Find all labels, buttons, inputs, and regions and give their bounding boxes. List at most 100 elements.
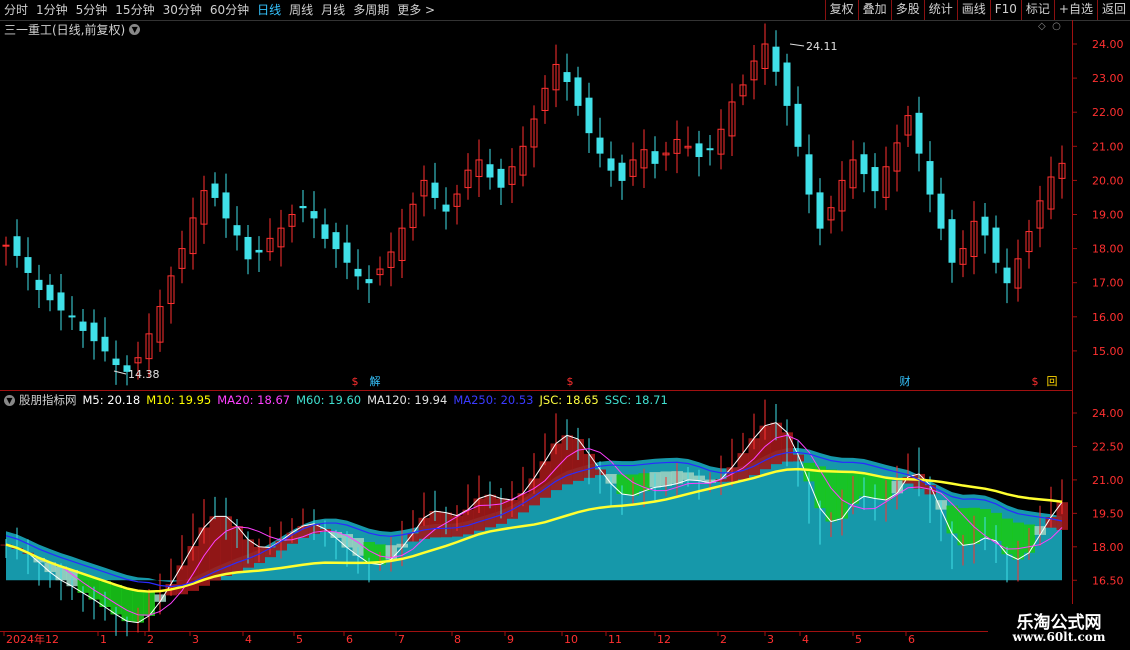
indicator-value: M5: 20.18	[82, 393, 141, 407]
candle-body	[112, 358, 120, 366]
candle-body	[871, 167, 879, 192]
event-marker[interactable]: $	[1032, 375, 1039, 388]
candle-body	[772, 46, 780, 72]
candle-body	[343, 242, 351, 263]
candle-body	[585, 97, 593, 134]
candle-body	[101, 336, 109, 352]
indicator-tick-label: 19.50	[1092, 507, 1124, 520]
watermark-url: www.60lt.com	[1012, 630, 1106, 644]
price-tick-label: 16.00	[1092, 311, 1124, 324]
price-tick-label: 23.00	[1092, 72, 1124, 85]
candle-body	[68, 315, 76, 318]
candle-body	[431, 182, 439, 198]
candle-body	[618, 162, 626, 181]
price-tick-label: 21.00	[1092, 140, 1124, 153]
candle-body	[13, 236, 21, 256]
date-label: 6	[346, 633, 353, 646]
price-tick-label: 15.00	[1092, 345, 1124, 358]
price-tick-label: 19.00	[1092, 209, 1124, 222]
candle-body	[981, 216, 989, 236]
candle-body	[244, 236, 252, 260]
candle-body	[607, 158, 615, 171]
indicator-box	[737, 453, 749, 480]
price-tick-label: 24.00	[1092, 38, 1124, 51]
chevron-down-icon[interactable]: ▼	[4, 394, 15, 406]
indicator-value: M60: 19.60	[296, 393, 362, 407]
indicator-value: MA250: 20.53	[453, 393, 534, 407]
chart-canvas[interactable]: 24.00 23.00 22.00 21.00 20.00 19.00 18.00 17.00…	[0, 0, 1130, 650]
candle-body	[706, 148, 714, 151]
candle-body	[442, 204, 450, 212]
date-label: 12	[657, 633, 671, 646]
indicator-value: JSC: 18.65	[539, 393, 599, 407]
candle-body	[651, 151, 659, 164]
date-label: 3	[192, 633, 199, 646]
event-marker[interactable]: $	[352, 375, 359, 388]
date-label: 10	[564, 633, 578, 646]
date-label: 3	[767, 633, 774, 646]
indicator-tick-label: 24.00	[1092, 407, 1124, 420]
event-marker[interactable]: 解	[370, 374, 381, 388]
date-label: 1	[100, 633, 107, 646]
candle-body	[310, 211, 318, 219]
candle-body	[1003, 267, 1011, 284]
candle-body	[948, 219, 956, 263]
high-pointer	[789, 43, 805, 47]
candle-body	[79, 321, 87, 331]
indicator-value: SSC: 18.71	[604, 393, 668, 407]
date-label: 5	[855, 633, 862, 646]
candle-body	[354, 268, 362, 277]
indicator-values: M5: 20.18 M10: 19.95 MA20: 18.67 M60: 19.60…	[83, 393, 674, 407]
candle-body	[860, 154, 868, 175]
high-price-label: 24.11	[806, 40, 838, 53]
candle-body	[783, 62, 791, 106]
candle-body	[46, 284, 54, 301]
indicator-legend: ▼ 股朋指标网 M5: 20.18 M10: 19.95 MA20: 18.67 M6…	[4, 392, 674, 408]
candle-body	[222, 192, 230, 219]
candle-body	[794, 103, 802, 147]
event-marker[interactable]: $	[567, 375, 574, 388]
candle-body	[321, 224, 329, 239]
date-label: 6	[908, 633, 915, 646]
date-label: 7	[398, 633, 405, 646]
date-label: 8	[454, 633, 461, 646]
price-tick-label: 18.00	[1092, 243, 1124, 256]
candle-body	[57, 292, 65, 311]
watermark: 乐淘公式网 www.60lt.com	[988, 604, 1130, 650]
indicator-value: M10: 19.95	[146, 393, 212, 407]
price-tick-label: 17.00	[1092, 277, 1124, 290]
price-tick-label: 20.00	[1092, 174, 1124, 187]
candle-body	[695, 143, 703, 158]
low-price-label: 14.38	[128, 368, 160, 381]
candle-body	[255, 249, 263, 253]
candle-body	[332, 232, 340, 250]
candle-body	[992, 227, 1000, 263]
indicator-name[interactable]: 股朋指标网	[19, 392, 77, 408]
candle-body	[926, 161, 934, 195]
candle-body	[816, 192, 824, 229]
date-label: 2	[147, 633, 154, 646]
candle-body	[596, 137, 604, 154]
date-label: 11	[608, 633, 622, 646]
indicator-tick-label: 21.00	[1092, 474, 1124, 487]
date-label: 5	[296, 633, 303, 646]
price-tick-label: 22.00	[1092, 106, 1124, 119]
date-label: 9	[507, 633, 514, 646]
indicator-tick-label: 22.50	[1092, 440, 1124, 453]
candle-body	[211, 183, 219, 198]
indicator-tick-label: 18.00	[1092, 541, 1124, 554]
candle-body	[915, 112, 923, 154]
date-label: 2	[720, 633, 727, 646]
candle-body	[24, 257, 32, 273]
candle-body	[574, 77, 582, 106]
candle-body	[563, 72, 571, 83]
candle-body	[90, 322, 98, 342]
event-marker[interactable]: 回	[1047, 375, 1058, 388]
candle-body	[486, 164, 494, 178]
date-label: 4	[802, 633, 809, 646]
indicator-value: MA120: 19.94	[367, 393, 448, 407]
indicator-tick-label: 16.50	[1092, 574, 1124, 587]
event-marker[interactable]: 财	[900, 374, 911, 388]
candle-body	[299, 205, 307, 209]
date-label: 4	[245, 633, 252, 646]
